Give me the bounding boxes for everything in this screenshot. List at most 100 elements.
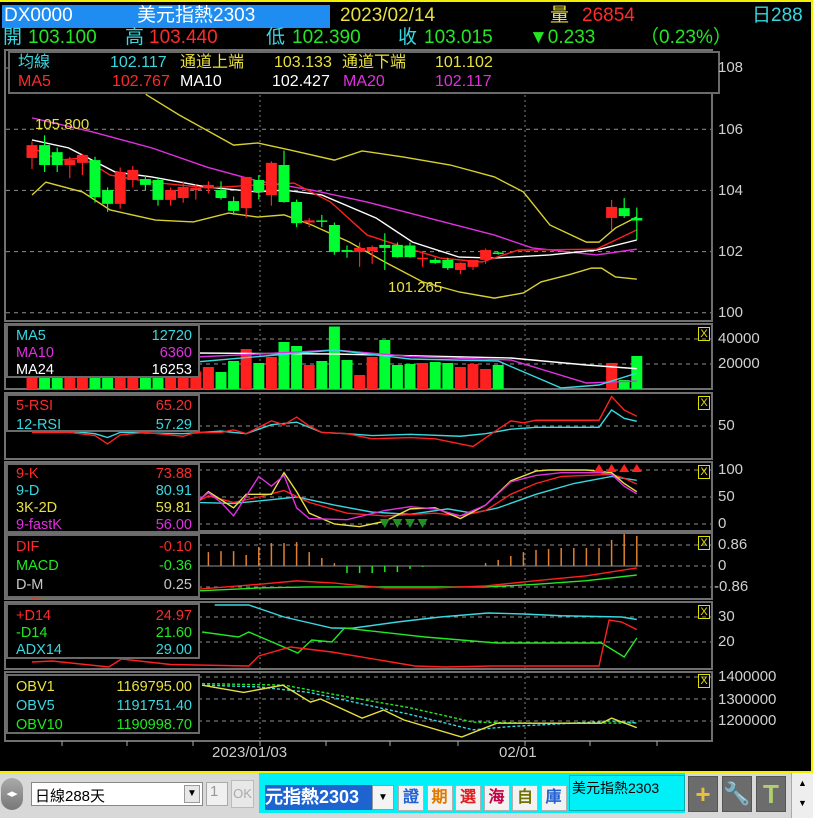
fastk-value: 56.00 (155, 517, 192, 533)
volume-bar (354, 375, 366, 389)
text-t-icon: T (763, 779, 779, 809)
kd-up-triangle-icon (619, 464, 630, 472)
candle-down (442, 259, 454, 269)
settings-button[interactable]: 🔧 (722, 776, 752, 812)
symbol-combo-dropdown[interactable]: ▼ (372, 785, 394, 810)
vol-ma24-label: MA24 (16, 362, 54, 378)
k-line (195, 473, 638, 517)
kd-up-triangle-icon (594, 464, 604, 472)
candle-down (316, 220, 328, 222)
candle-up (417, 257, 429, 260)
kd-down-triangle-icon (417, 519, 428, 528)
close-kd-panel-button[interactable]: X (698, 465, 710, 479)
candle-up (454, 262, 466, 270)
candle-up (165, 190, 177, 200)
scroll-down-arrow-icon[interactable]: ▼ (792, 793, 813, 813)
date-label-jan: 2023/01/03 (212, 744, 288, 761)
axis-macd-zero: 0 (718, 557, 727, 574)
macd-legend: DIF -0.10 MACD -0.36 D-M 0.25 (6, 534, 200, 598)
candle-down (253, 179, 265, 192)
close-rsi-panel-button[interactable]: X (698, 396, 710, 410)
axis-vol-40000: 40000 (718, 330, 760, 347)
volume-bar (480, 369, 492, 389)
candle-down (39, 145, 51, 166)
obv-legend: OBV1 1169795.00 OBV5 1191751.40 OBV10 11909… (6, 674, 200, 734)
market-button-3[interactable]: 海 (483, 785, 510, 811)
candle-down (618, 208, 630, 217)
period-select[interactable]: 日線288天 ▼ (31, 782, 203, 806)
market-button-4[interactable]: 自 (512, 785, 538, 811)
volume-bar (328, 326, 340, 389)
ok-button[interactable]: OK (231, 780, 254, 808)
left-right-arrows-icon: ◂▸ (6, 788, 18, 800)
volume-bar (265, 357, 277, 389)
candle-down (228, 201, 240, 211)
obv1-line (201, 684, 638, 738)
obv10-value: 1190998.70 (116, 717, 192, 733)
candle-up (480, 250, 492, 260)
market-button-5[interactable]: 庫 (540, 785, 567, 811)
crosshair-button[interactable]: + (688, 776, 718, 812)
axis-main-106: 106 (718, 121, 744, 138)
rsi12-label: 12-RSI (16, 417, 62, 433)
symbol-combo[interactable]: 元指熱2303 (265, 785, 372, 810)
candle-down (89, 160, 101, 198)
dm-label: D-M (16, 577, 44, 593)
kd-up-triangle-icon (631, 464, 642, 472)
candle-up (76, 154, 88, 163)
kd-down-triangle-icon (379, 519, 390, 528)
ma20-value: 102.117 (435, 73, 492, 90)
close-volume-panel-button[interactable]: X (698, 327, 710, 341)
candle-down (341, 250, 353, 252)
volume-bar (228, 361, 240, 389)
dif-label: DIF (16, 539, 40, 555)
volume-bar (303, 365, 315, 389)
axis-obv-1300000: 1300000 (718, 691, 777, 708)
dmi-legend: +D14 24.97 -D14 21.60 ADX14 29.00 (6, 603, 200, 659)
avg-value: 102.117 (110, 54, 167, 71)
dif-value: -0.10 (158, 539, 192, 555)
axis-kd-50: 50 (718, 488, 735, 505)
candle-up (177, 187, 189, 199)
close-macd-panel-button[interactable]: X (698, 536, 710, 550)
kd-up-triangle-icon (606, 464, 617, 472)
market-button-0[interactable]: 證 (398, 785, 424, 811)
axis-main-102: 102 (718, 243, 744, 260)
scrollbar[interactable]: ▲ ▼ (791, 773, 813, 818)
adx-value: 29.00 (155, 642, 192, 658)
rsi-legend: 5-RSI 65.20 12-RSI 57.29 (6, 394, 200, 433)
period-select-value: 日線288天 (35, 788, 106, 805)
axis-obv-1400000: 1400000 (718, 668, 777, 685)
scroll-up-arrow-icon[interactable]: ▲ (792, 773, 813, 793)
close-obv-panel-button[interactable]: X (698, 674, 710, 688)
plus-icon: + (695, 779, 711, 809)
volume-bar (366, 357, 378, 389)
candle-down (278, 165, 290, 203)
avg-label: 均線 (18, 54, 51, 71)
vol-ma24-value: 16253 (151, 362, 192, 378)
volume-bar (631, 356, 643, 389)
market-button-2[interactable]: 選 (455, 785, 481, 811)
fastk-label: 9-fastK (16, 517, 62, 533)
macd-value: -0.36 (158, 558, 192, 574)
count-input[interactable]: 1 (206, 782, 228, 806)
close-dmi-panel-button[interactable]: X (698, 605, 710, 619)
lower-band-label: 通道下端 (342, 54, 407, 71)
volume-bar (278, 342, 290, 389)
axis-macd-pos: 0.86 (718, 536, 748, 553)
chevron-down-icon[interactable]: ▼ (184, 785, 200, 803)
candle-down (391, 244, 403, 258)
wrench-icon: 🔧 (723, 781, 751, 806)
macd-label: MACD (16, 558, 59, 574)
text-tool-button[interactable]: T (756, 776, 786, 812)
scroll-left-right-button[interactable]: ◂▸ (1, 778, 23, 810)
obv10-label: OBV10 (16, 717, 63, 733)
rsi12-value: 57.29 (155, 417, 192, 433)
period-low-annotation: 101.265 (388, 279, 443, 296)
market-button-1[interactable]: 期 (426, 785, 453, 811)
candle-down (152, 179, 164, 200)
volume-legend: MA5 12720 MA10 6360 MA24 16253 (6, 324, 200, 378)
minus-di-line (202, 627, 638, 658)
rsi5-label: 5-RSI (16, 398, 54, 414)
obv1-label: OBV1 (16, 679, 55, 695)
